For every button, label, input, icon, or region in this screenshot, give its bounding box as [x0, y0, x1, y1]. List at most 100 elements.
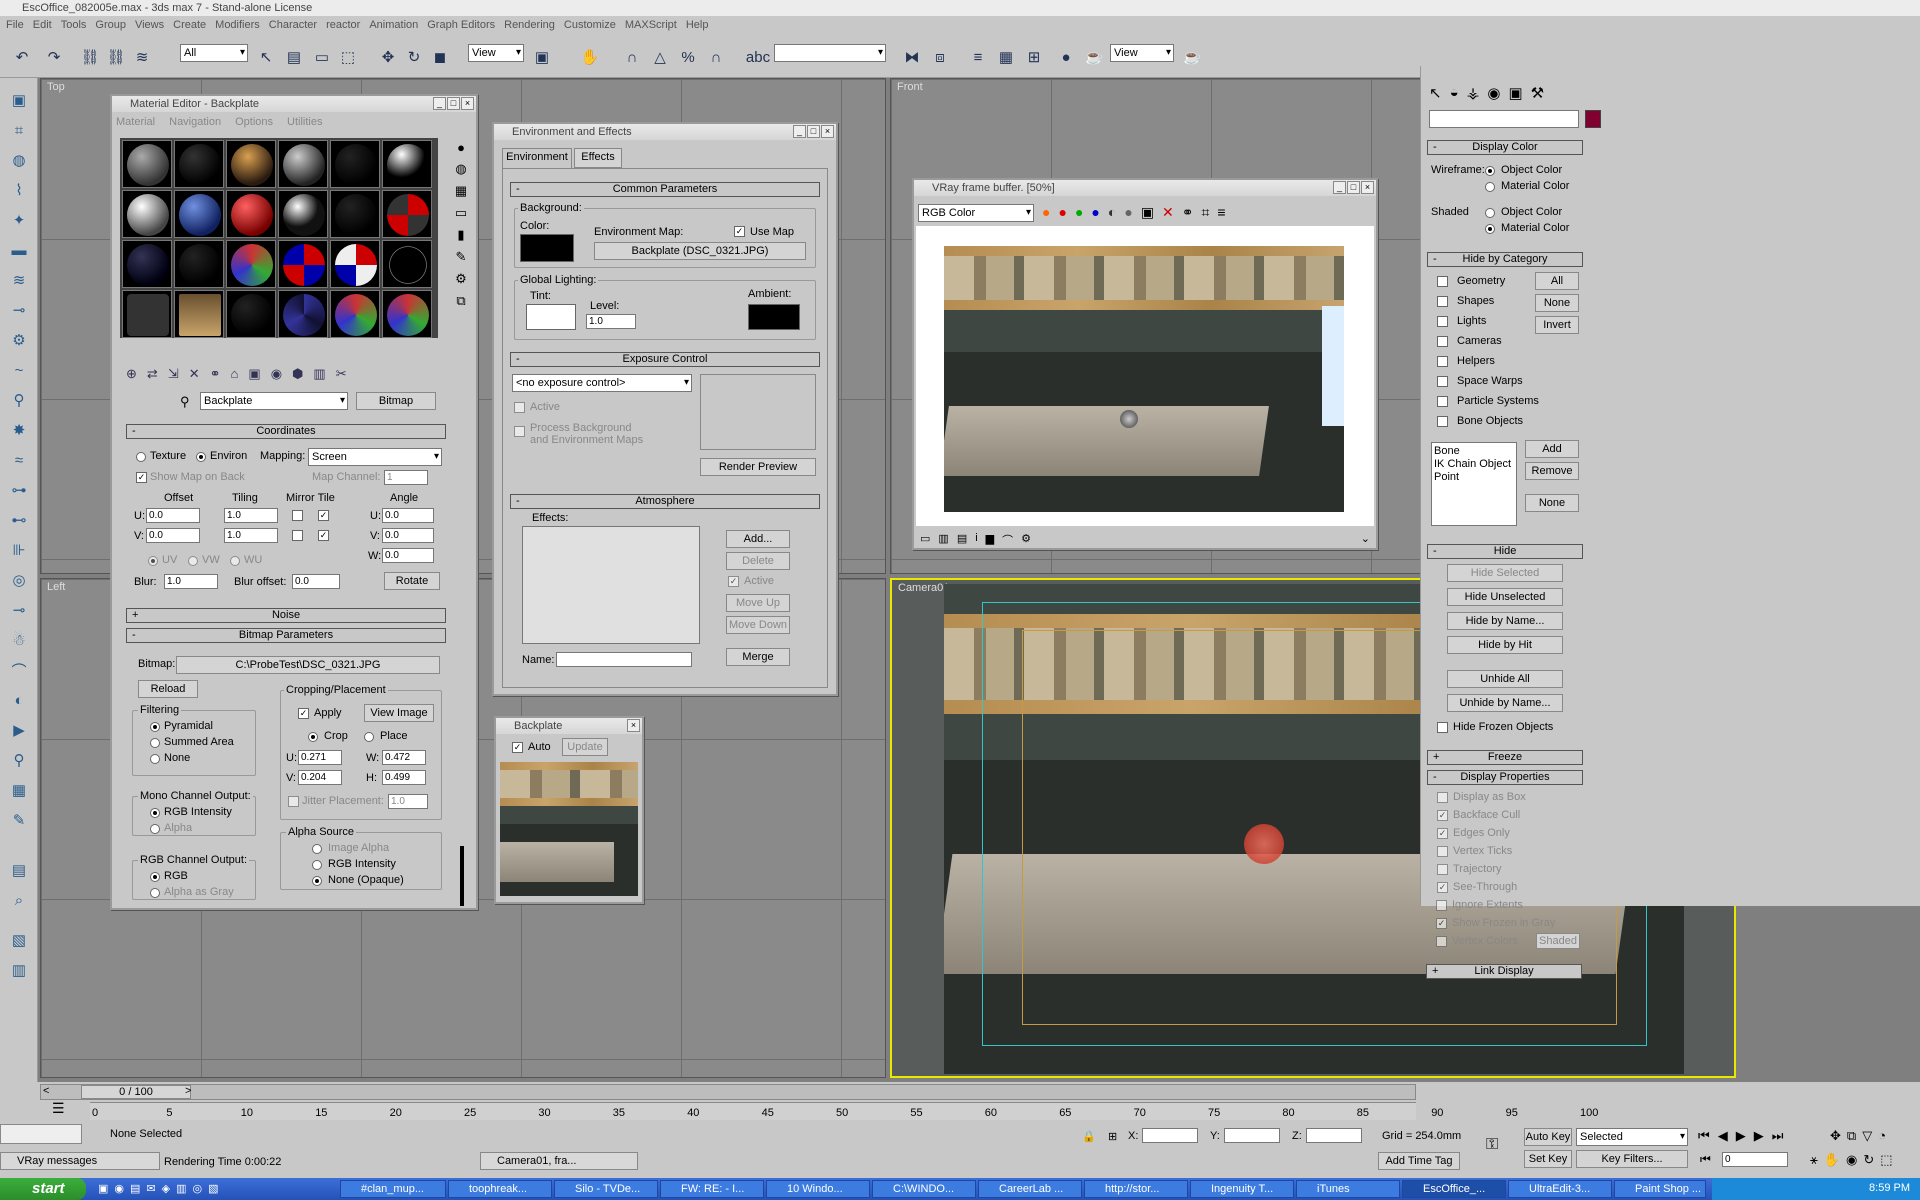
minimize-icon[interactable]: _: [793, 125, 806, 138]
vfb-lut-icon[interactable]: ▥: [938, 532, 948, 548]
v-tile-checkbox[interactable]: ✓: [318, 530, 329, 541]
zoom-all-icon[interactable]: ⧉: [1847, 1128, 1856, 1144]
time-slider-thumb[interactable]: 0 / 100: [81, 1085, 191, 1099]
merge-button[interactable]: Merge: [726, 648, 790, 666]
u-tile-checkbox[interactable]: ✓: [318, 510, 329, 521]
toy-car-icon[interactable]: ⚲: [7, 388, 31, 412]
z-coordinate-field[interactable]: [1306, 1128, 1362, 1143]
y-coordinate-field[interactable]: [1224, 1128, 1280, 1143]
vertex-colors-checkbox[interactable]: [1436, 936, 1447, 947]
sample-slot[interactable]: [330, 290, 380, 338]
wire-material-color-radio[interactable]: [1485, 182, 1495, 192]
mapping-dropdown[interactable]: Screen: [308, 448, 442, 466]
view-image-button[interactable]: View Image: [364, 704, 434, 722]
bone-objects-checkbox[interactable]: [1437, 416, 1448, 427]
hinge-icon[interactable]: ⊶: [7, 478, 31, 502]
uv-tiling-icon[interactable]: ▭: [455, 205, 467, 221]
vfb-settings-icon[interactable]: ⚙: [1021, 532, 1031, 548]
set-key-mode-icon[interactable]: ⚿: [1486, 1136, 1498, 1154]
bitmap-parameters-rollout[interactable]: - Bitmap Parameters: [126, 628, 446, 643]
key-mode-dropdown[interactable]: Selected: [1576, 1128, 1688, 1146]
sample-slot[interactable]: [122, 190, 172, 238]
sample-slot[interactable]: [330, 240, 380, 288]
viewport-front-label[interactable]: Front: [897, 81, 923, 93]
time-slider[interactable]: < 0 / 100 >: [40, 1084, 1416, 1100]
sample-slot[interactable]: [122, 140, 172, 188]
pivot-center-icon[interactable]: ▣: [530, 46, 554, 68]
show-map-icon[interactable]: ◉: [271, 366, 282, 388]
see-through-checkbox[interactable]: ✓: [1437, 882, 1448, 893]
task-item[interactable]: http://stor...: [1084, 1180, 1188, 1198]
hide-by-name-button[interactable]: Hide by Name...: [1447, 612, 1563, 630]
sample-slot[interactable]: [330, 190, 380, 238]
select-by-material-icon[interactable]: ⧉: [456, 293, 465, 309]
sample-slot[interactable]: [278, 140, 328, 188]
selection-filter-dropdown[interactable]: All: [180, 44, 248, 62]
manipulate-icon[interactable]: ✋: [578, 46, 602, 68]
reload-button[interactable]: Reload: [138, 680, 198, 698]
material-editor-scrollbar[interactable]: [460, 846, 464, 906]
render-icon[interactable]: ▧: [7, 928, 31, 952]
constraint-icon[interactable]: ✦: [7, 208, 31, 232]
menu-group[interactable]: Group: [95, 16, 126, 34]
shaded-object-color-radio[interactable]: [1485, 208, 1495, 218]
atmosphere-effects-list[interactable]: [522, 526, 700, 644]
vfb-curve-icon[interactable]: ⌒: [1002, 532, 1013, 548]
viewport-left-label[interactable]: Left: [47, 581, 65, 593]
render-scene-icon[interactable]: ☕: [1082, 46, 1106, 68]
menu-edit[interactable]: Edit: [33, 16, 52, 34]
prismatic-icon[interactable]: ⊪: [7, 538, 31, 562]
atmosphere-rollout[interactable]: - Atmosphere: [510, 494, 820, 509]
rgb-radio[interactable]: [150, 872, 160, 882]
assign-material-icon[interactable]: ⇲: [168, 366, 179, 388]
menu-rendering[interactable]: Rendering: [504, 16, 555, 34]
link-icon[interactable]: ⛓: [78, 46, 102, 68]
menu-create[interactable]: Create: [173, 16, 206, 34]
minimize-icon[interactable]: _: [1333, 181, 1346, 194]
edit-named-selection-icon[interactable]: abc: [746, 46, 770, 68]
spring-icon[interactable]: ≋: [7, 268, 31, 292]
absolute-mode-icon[interactable]: ⊞: [1108, 1130, 1117, 1143]
dolly-icon[interactable]: ⚹: [1810, 1152, 1818, 1168]
image-alpha-radio[interactable]: [312, 844, 322, 854]
red-channel-icon[interactable]: ●: [1058, 204, 1066, 221]
bitmap-path-button[interactable]: C:\ProbeTest\DSC_0321.JPG: [176, 656, 440, 674]
options-icon[interactable]: ⚙: [455, 271, 467, 287]
hide-rollout[interactable]: - Hide: [1427, 544, 1583, 559]
hide-frozen-checkbox[interactable]: [1437, 722, 1448, 733]
material-effects-icon[interactable]: ▣: [248, 366, 260, 388]
convexity-icon[interactable]: ▦: [7, 778, 31, 802]
car-wheel-icon[interactable]: ◎: [7, 568, 31, 592]
menu-tools[interactable]: Tools: [61, 16, 87, 34]
list-none-button[interactable]: None: [1525, 494, 1579, 512]
minimize-icon[interactable]: _: [433, 97, 446, 110]
freeze-rollout[interactable]: + Freeze: [1427, 750, 1583, 765]
rope-icon[interactable]: ⌇: [7, 178, 31, 202]
auto-checkbox[interactable]: ✓: [512, 742, 523, 753]
place-radio[interactable]: [364, 732, 374, 742]
show-map-on-back-checkbox[interactable]: ✓: [136, 472, 147, 483]
use-map-checkbox[interactable]: ✓: [734, 226, 745, 237]
get-material-icon[interactable]: ⊕: [126, 366, 137, 388]
task-item[interactable]: EscOffice_...: [1402, 1180, 1506, 1198]
blur-field[interactable]: 1.0: [164, 574, 218, 589]
create-tab-icon[interactable]: ↖: [1429, 84, 1442, 102]
hide-by-category-rollout[interactable]: - Hide by Category: [1427, 252, 1583, 267]
water-icon[interactable]: ≈: [7, 448, 31, 472]
show-frozen-gray-checkbox[interactable]: ✓: [1436, 918, 1447, 929]
menu-character[interactable]: Character: [269, 16, 317, 34]
noise-rollout[interactable]: + Noise: [126, 608, 446, 623]
angle-snap-icon[interactable]: △: [648, 46, 672, 68]
sample-slot[interactable]: [278, 190, 328, 238]
create-animation-icon[interactable]: ▶: [7, 718, 31, 742]
vfb-histogram-icon[interactable]: ▆: [986, 532, 994, 548]
texture-radio[interactable]: [136, 452, 146, 462]
hide-unselected-button[interactable]: Hide Unselected: [1447, 588, 1563, 606]
move-up-button[interactable]: Move Up: [726, 594, 790, 612]
w-angle-field[interactable]: 0.0: [382, 548, 434, 563]
geometry-checkbox[interactable]: [1437, 276, 1448, 287]
map-type-button[interactable]: Bitmap: [356, 392, 436, 410]
trajectory-checkbox[interactable]: [1437, 864, 1448, 875]
apply-checkbox[interactable]: ✓: [298, 708, 309, 719]
vray-channel-dropdown[interactable]: RGB Color: [918, 204, 1034, 222]
